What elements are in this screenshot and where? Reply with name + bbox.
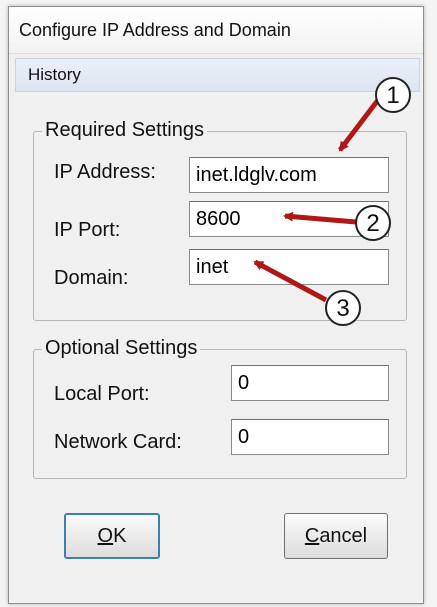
optional-settings-legend: Optional Settings: [42, 337, 201, 360]
cancel-button[interactable]: Cancel: [284, 513, 388, 559]
local-port-input[interactable]: [231, 365, 389, 401]
domain-input[interactable]: [189, 249, 389, 285]
ip-address-label: IP Address:: [54, 161, 156, 183]
ip-address-input[interactable]: [189, 157, 389, 193]
title-bar: Configure IP Address and Domain: [9, 7, 423, 54]
menu-bar: History: [15, 58, 420, 92]
ip-port-input[interactable]: [189, 201, 389, 237]
cancel-label-rest: ancel: [319, 524, 368, 547]
cancel-mnemonic: C: [304, 524, 320, 547]
required-settings-legend: Required Settings: [42, 119, 207, 142]
ok-mnemonic: O: [97, 524, 114, 547]
ok-label-rest: K: [113, 524, 127, 547]
network-card-label: Network Card:: [54, 431, 182, 453]
menu-history[interactable]: History: [28, 65, 81, 85]
network-card-input[interactable]: [231, 419, 389, 455]
ok-button[interactable]: OK: [64, 513, 160, 559]
ip-port-label: IP Port:: [54, 219, 121, 241]
domain-label: Domain:: [54, 267, 129, 289]
local-port-label: Local Port:: [54, 383, 150, 405]
window-title: Configure IP Address and Domain: [19, 20, 291, 40]
configure-dialog: Configure IP Address and Domain History …: [8, 6, 424, 604]
